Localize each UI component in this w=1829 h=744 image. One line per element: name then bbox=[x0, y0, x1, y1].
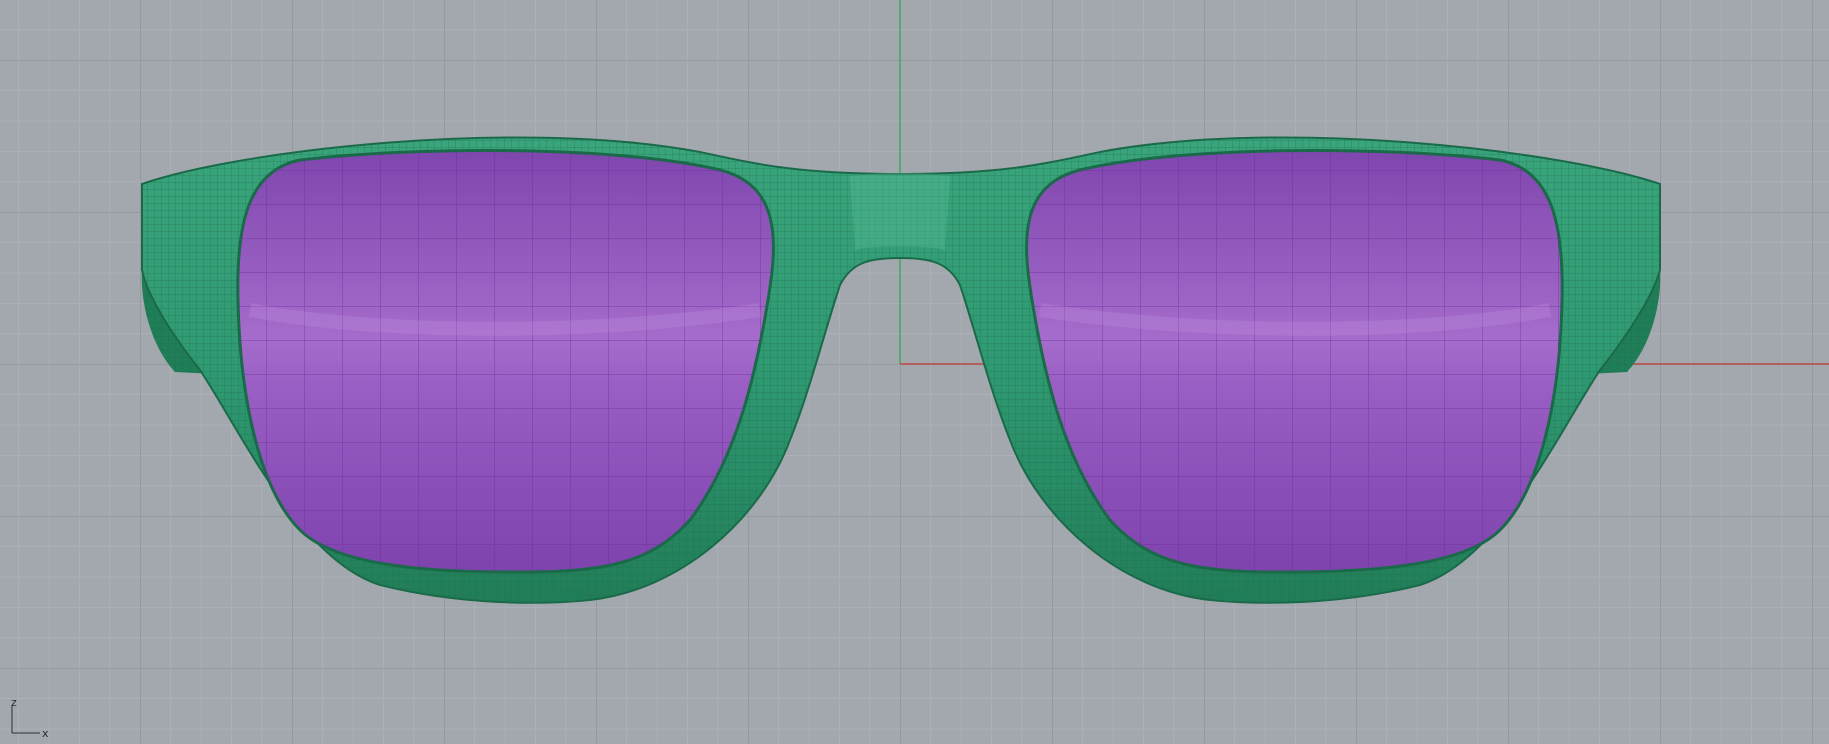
gizmo-x-label: x bbox=[42, 727, 49, 740]
right-nose-pad bbox=[1214, 589, 1242, 601]
3d-viewport[interactable]: z x bbox=[0, 0, 1829, 744]
left-nose-pad bbox=[558, 589, 586, 601]
viewport-canvas[interactable]: z x bbox=[0, 0, 1829, 744]
left-lens[interactable] bbox=[236, 149, 775, 574]
bridge-highlight bbox=[850, 173, 950, 250]
right-lens[interactable] bbox=[1025, 149, 1564, 574]
gizmo-z-label: z bbox=[11, 696, 17, 709]
